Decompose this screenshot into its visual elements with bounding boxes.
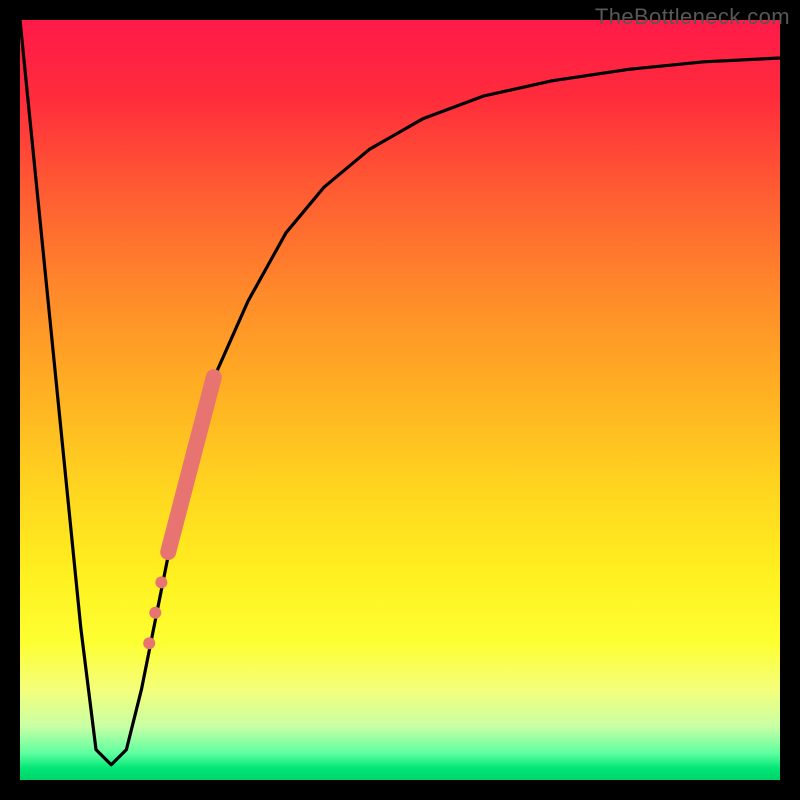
watermark-text: TheBottleneck.com (595, 4, 790, 30)
highlight-thick-segment (168, 377, 214, 552)
highlight-dot (149, 607, 161, 619)
bottleneck-curve (20, 20, 780, 765)
highlight-dot (143, 637, 155, 649)
chart-stage: TheBottleneck.com (0, 0, 800, 800)
plot-area (20, 20, 780, 780)
highlight-dot (155, 576, 167, 588)
highlight-dots (143, 576, 167, 649)
chart-svg (20, 20, 780, 780)
